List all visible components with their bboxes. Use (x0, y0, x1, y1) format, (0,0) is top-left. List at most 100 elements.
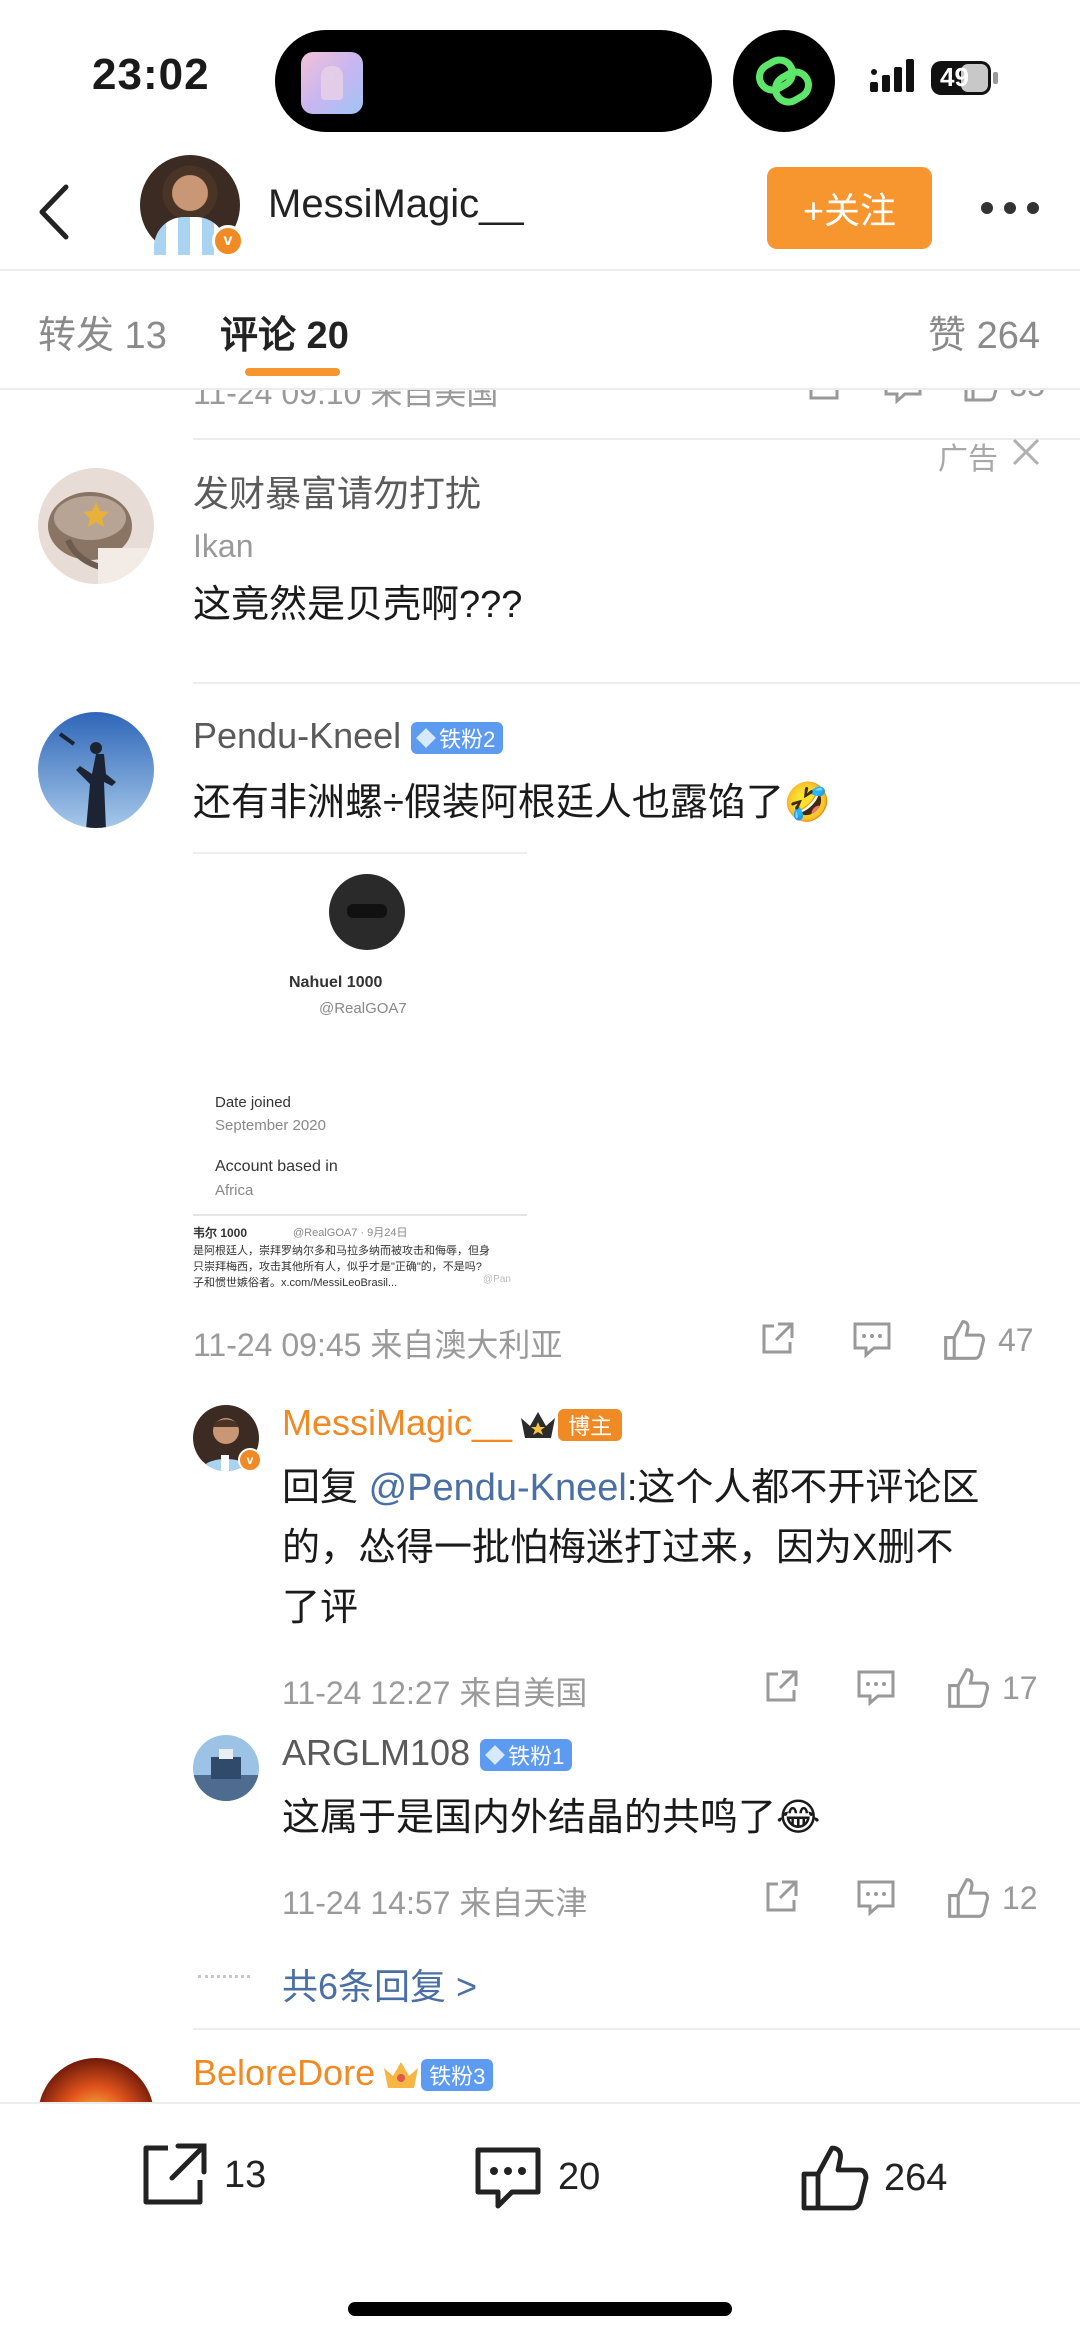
share-icon[interactable] (805, 390, 843, 404)
back-icon[interactable] (30, 177, 86, 247)
reply-text-line: 的，怂得一批怕梅迷打过来，因为X删不 (282, 1527, 954, 1569)
commenter-name-text[interactable]: Pendu-Kneel (193, 715, 401, 756)
commenter-avatar[interactable] (38, 2058, 154, 2102)
fan-badge: 铁粉1 (480, 1739, 573, 1772)
divider (193, 2028, 1080, 2030)
fan-badge-label: 铁粉2 (439, 727, 496, 753)
share-icon[interactable] (758, 1320, 796, 1358)
follow-button[interactable]: +关注 (767, 167, 932, 249)
embed-tweet-line: 是阿根廷人，崇拜罗纳尔多和马拉多纳而被攻击和侮辱，但身 (193, 1245, 490, 1257)
like-icon (948, 1878, 990, 1918)
reply-meta: 11-24 14:57 来自天津 (282, 1885, 588, 1921)
diamond-icon (416, 728, 437, 749)
embed-date-label: Date joined (215, 1094, 291, 1111)
tab-bar: 转发 13 评论 20 赞 264 (0, 272, 1080, 388)
comment-meta: 11-24 09:10 来自美国 (193, 390, 499, 411)
fan-badge-label: 铁粉3 (429, 2064, 486, 2090)
embed-tweet-handle: @RealGOA7 · 9月24日 (293, 1227, 408, 1239)
fan-badge-label: 铁粉1 (508, 1744, 565, 1770)
comment-meta: 11-24 09:45 来自澳大利亚 (193, 1327, 563, 1363)
mention-link[interactable]: @Pendu-Kneel (369, 1467, 627, 1509)
comment-count: 20 (558, 2155, 601, 2198)
embed-tweet-line: 子和惯世嫉俗者。x.com/MessiLeoBrasil... (193, 1277, 398, 1289)
embed-account-value: Africa (215, 1182, 254, 1199)
ad-author: Ikan (193, 528, 254, 564)
reply-text-line: 了评 (282, 1587, 359, 1629)
status-time: 23:02 (92, 50, 210, 99)
reply-avatar[interactable] (193, 1735, 259, 1801)
comment-text: 还有非洲螺÷假装阿根廷人也露馅了🤣 (193, 782, 832, 824)
now-playing-artwork (301, 52, 363, 114)
commenter-avatar[interactable] (38, 712, 154, 828)
embed-name: Nahuel 1000 (289, 974, 383, 991)
like-count: 35 (1009, 390, 1045, 404)
comment-list[interactable]: 11-24 09:10 来自美国 35 发财暴富请勿打扰 广告 Ikan 这竟然… (0, 390, 1080, 2102)
active-tab-indicator (245, 368, 340, 376)
ad-title[interactable]: 发财暴富请勿打扰 (193, 465, 481, 517)
like-icon (944, 1320, 986, 1360)
reply-author-text[interactable]: ARGLM108 (282, 1732, 470, 1773)
tab-repost[interactable]: 转发 13 (38, 304, 167, 359)
post-header: v MessiMagic__ +关注 (0, 155, 1080, 270)
fan-badge: 铁粉2 (411, 722, 504, 755)
embed-account-label: Account based in (215, 1158, 338, 1175)
like-button[interactable]: 264 (798, 2142, 947, 2214)
battery-level: 49 (940, 62, 969, 92)
comment-icon[interactable] (856, 1668, 896, 1706)
reply-meta: 11-24 12:27 来自美国 (282, 1675, 588, 1711)
repost-count: 13 (224, 2153, 267, 2196)
ad-avatar[interactable] (38, 468, 154, 584)
author-avatar[interactable]: v (140, 155, 244, 257)
tab-likes[interactable]: 赞 264 (928, 304, 1040, 359)
embed-divider (193, 1214, 527, 1216)
reply-author-text[interactable]: MessiMagic__ (282, 1402, 512, 1443)
like-button[interactable]: 12 (946, 1876, 1038, 1920)
reply-prefix: 回复 (282, 1467, 369, 1509)
comment-icon (475, 2147, 541, 2209)
more-replies-link[interactable]: 共6条回复 > (282, 1958, 477, 2010)
like-icon (801, 2145, 869, 2211)
link-icon[interactable] (733, 30, 835, 132)
comment-icon[interactable] (883, 390, 923, 404)
comment-image[interactable]: Nahuel 1000 @RealGOA7 Date joined Septem… (193, 852, 527, 1290)
ad-label: 广告 (938, 443, 998, 476)
fan-badge: 铁粉3 (421, 2059, 494, 2092)
ad-text: 这竟然是贝壳啊??? (193, 584, 523, 626)
repost-button[interactable]: 13 (138, 2142, 266, 2208)
dotted-line (198, 1975, 250, 1978)
more-icon[interactable] (978, 193, 1042, 223)
like-button[interactable]: 35 (963, 390, 1045, 404)
commenter-name[interactable]: Pendu-Kneel 铁粉2 (193, 715, 504, 757)
reply-author[interactable]: ARGLM108 铁粉1 (282, 1732, 573, 1774)
like-button[interactable]: 47 (942, 1318, 1034, 1362)
like-count: 47 (998, 1321, 1034, 1358)
embed-date-value: September 2020 (215, 1117, 326, 1134)
commenter-name-text[interactable]: BeloreDore (193, 2052, 375, 2093)
author-name[interactable]: MessiMagic__ (268, 182, 524, 227)
tab-comments[interactable]: 评论 20 (220, 304, 349, 359)
like-icon (964, 390, 998, 402)
like-count: 12 (1002, 1879, 1038, 1916)
diamond-icon (485, 1745, 505, 1766)
reply-author[interactable]: MessiMagic__ 博主 (282, 1402, 623, 1444)
comment-icon[interactable] (852, 1320, 892, 1358)
share-icon (143, 2143, 207, 2205)
commenter-name[interactable]: BeloreDore 铁粉3 (193, 2052, 494, 2094)
reply-text-line: :这个人都不开评论区 (626, 1467, 980, 1509)
like-count: 264 (884, 2156, 948, 2199)
close-icon[interactable] (1010, 436, 1042, 468)
home-indicator[interactable] (348, 2302, 732, 2316)
divider (0, 269, 1080, 271)
embed-tweet-line: 只崇拜梅西，攻击其他所有人，似乎才是"正确"的，不是吗? (193, 1261, 482, 1273)
share-icon[interactable] (762, 1878, 800, 1916)
share-icon[interactable] (762, 1668, 800, 1706)
like-button[interactable]: 17 (946, 1666, 1038, 1710)
crown-icon (521, 1412, 556, 1439)
embed-watermark: @Pan (483, 1274, 511, 1285)
embed-handle: @RealGOA7 (319, 1000, 407, 1017)
reply-text: 回复 @Pendu-Kneel:这个人都不开评论区 (282, 1458, 979, 1518)
dynamic-island[interactable] (275, 30, 712, 132)
comment-icon[interactable] (856, 1878, 896, 1916)
comment-button[interactable]: 20 (472, 2142, 600, 2212)
divider (193, 682, 1080, 684)
